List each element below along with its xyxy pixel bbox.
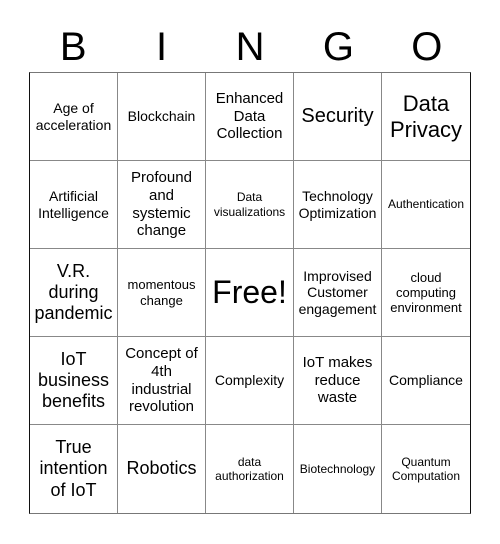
header-letter-i: I [156,25,168,69]
bingo-grid: Age of acceleration Blockchain Enhanced … [29,72,471,514]
bingo-cell[interactable]: Technology Optimization [294,161,382,249]
bingo-cell[interactable]: momentous change [118,249,206,337]
bingo-cell[interactable]: True intention of IoT [30,425,118,513]
bingo-cell[interactable]: Authentication [382,161,470,249]
bingo-cell[interactable]: Robotics [118,425,206,513]
bingo-cell[interactable]: Data visualizations [206,161,294,249]
free-space[interactable]: Free! [206,249,294,337]
bingo-cell[interactable]: Biotechnology [294,425,382,513]
bingo-cell[interactable]: IoT makes reduce waste [294,337,382,425]
header-letter-b: B [59,25,87,69]
bingo-cell[interactable]: Security [294,73,382,161]
bingo-cell[interactable]: Enhanced Data Collection [206,73,294,161]
bingo-cell[interactable]: Artificial Intelligence [30,161,118,249]
bingo-cell[interactable]: Age of acceleration [30,73,118,161]
bingo-cell[interactable]: Blockchain [118,73,206,161]
header-letter-n: N [235,25,265,69]
bingo-cell[interactable]: cloud computing environment [382,249,470,337]
bingo-cell[interactable]: IoT business benefits [30,337,118,425]
bingo-cell[interactable]: Profound and systemic change [118,161,206,249]
bingo-cell[interactable]: Improvised Customer engagement [294,249,382,337]
header-letter-g: G [322,25,354,69]
bingo-cell[interactable]: Quantum Computation [382,425,470,513]
header-letter-o: O [411,25,443,69]
bingo-cell[interactable]: Data Privacy [382,73,470,161]
bingo-cell[interactable]: V.R. during pandemic [30,249,118,337]
bingo-cell[interactable]: Concept of 4th industrial revolution [118,337,206,425]
bingo-cell[interactable]: Compliance [382,337,470,425]
bingo-cell[interactable]: data authorization [206,425,294,513]
bingo-cell[interactable]: Complexity [206,337,294,425]
bingo-header: B I N G O [29,22,471,72]
